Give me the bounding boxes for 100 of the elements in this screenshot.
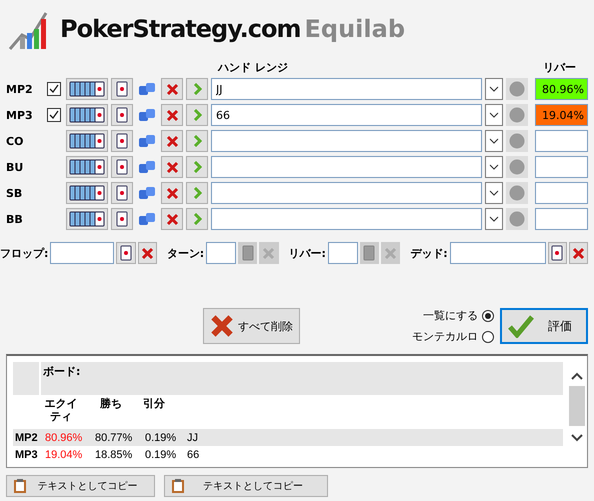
delete-icon — [166, 212, 178, 226]
caret-icon — [489, 216, 499, 222]
circle-icon — [509, 107, 525, 123]
card-field[interactable] — [328, 242, 358, 264]
dropdown-button[interactable] — [485, 182, 503, 204]
card-button[interactable] — [111, 104, 133, 126]
cards-icon — [69, 159, 105, 175]
player-label: CO — [6, 134, 24, 148]
range-button[interactable] — [66, 156, 108, 178]
clear-button[interactable] — [161, 78, 183, 100]
delete-icon — [166, 186, 178, 200]
delete-icon — [166, 160, 178, 174]
table-cell-text: MP3 — [14, 448, 39, 460]
card-button[interactable] — [116, 242, 136, 264]
checkbox[interactable] — [47, 108, 61, 122]
radio-option[interactable]: モンテカルロ — [412, 329, 494, 344]
table-cell-text: 0.19% — [144, 448, 178, 460]
dropdown-button[interactable] — [485, 104, 503, 126]
card-field[interactable] — [50, 242, 114, 264]
board-label: デッド: — [410, 246, 448, 260]
header-cell — [13, 362, 39, 395]
radio-option[interactable]: 一覧にする — [423, 308, 494, 323]
equity-field: 19.04% — [535, 104, 588, 126]
card-button[interactable] — [111, 208, 133, 230]
range-field[interactable] — [211, 130, 482, 152]
card-icon — [116, 211, 128, 227]
card-icon — [116, 107, 128, 123]
caret-icon — [489, 112, 499, 118]
player-label: SB — [6, 186, 24, 200]
caret-icon — [489, 138, 499, 144]
clear-button[interactable] — [161, 130, 183, 152]
range-button[interactable] — [66, 78, 108, 100]
clear-button[interactable] — [138, 242, 157, 264]
clear-button[interactable] — [161, 104, 183, 126]
dropdown-button[interactable] — [485, 208, 503, 230]
board-label: ボード: — [41, 362, 563, 395]
table-cell-text: 80.77% — [94, 432, 134, 444]
card-button[interactable] — [111, 78, 133, 100]
circle-icon — [509, 133, 525, 149]
table-cell-text: 19.04% — [44, 448, 84, 460]
card-button[interactable] — [111, 156, 133, 178]
chevron-icon — [192, 187, 202, 199]
scroll-up-icon[interactable] — [571, 372, 583, 380]
chevron-icon — [192, 109, 202, 121]
range-button[interactable] — [66, 104, 108, 126]
card-button[interactable] — [111, 130, 133, 152]
clipboard-icon — [13, 478, 27, 494]
range-field[interactable] — [211, 182, 482, 204]
scroll-down-icon[interactable] — [571, 434, 583, 442]
product-name: Equilab — [304, 15, 406, 43]
card-field[interactable] — [450, 242, 546, 264]
dice-icon — [138, 212, 156, 226]
card-icon — [363, 245, 376, 261]
range-button[interactable] — [66, 182, 108, 204]
copy-button[interactable]: テキストとしてコピー — [6, 475, 155, 497]
clear-button[interactable] — [161, 156, 183, 178]
delete-icon — [166, 82, 178, 96]
range-field[interactable] — [211, 156, 482, 178]
dice-icon — [138, 82, 156, 96]
brand-name: PokerStrategy.com — [60, 15, 301, 43]
checkbox[interactable] — [47, 82, 61, 96]
delete-icon — [140, 246, 154, 260]
caret-icon — [489, 164, 499, 170]
evaluate-button[interactable]: 評価 — [500, 308, 588, 344]
dropdown-button[interactable] — [485, 156, 503, 178]
range-button[interactable] — [66, 130, 108, 152]
chevron-icon — [192, 83, 202, 95]
dropdown-button[interactable] — [485, 130, 503, 152]
delete-icon — [262, 246, 276, 260]
board-label: ターン: — [166, 246, 204, 260]
board-label: リバー: — [288, 246, 326, 260]
column-header: リバー — [543, 60, 576, 74]
clear-button[interactable] — [161, 182, 183, 204]
clear-button[interactable] — [568, 242, 588, 264]
card-icon — [120, 245, 132, 261]
circle-icon — [509, 185, 525, 201]
table-cell-text: JJ — [186, 432, 199, 444]
clipboard-icon — [171, 478, 185, 494]
column-header: 勝ち — [99, 397, 123, 412]
card-icon — [116, 133, 128, 149]
circle-icon — [509, 211, 525, 227]
range-field[interactable]: 66 — [211, 104, 482, 126]
clear-button[interactable] — [161, 208, 183, 230]
copy-button[interactable]: テキストとしてコピー — [164, 475, 328, 497]
caret-icon — [489, 86, 499, 92]
card-icon — [242, 245, 254, 261]
card-field[interactable] — [206, 242, 236, 264]
card-icon — [116, 159, 128, 175]
range-field[interactable] — [211, 208, 482, 230]
card-button[interactable] — [548, 242, 567, 264]
card-icon — [116, 81, 128, 97]
dice-icon — [138, 108, 156, 122]
table-cell-text: MP2 — [14, 432, 39, 444]
card-button[interactable] — [111, 182, 133, 204]
circle-icon — [509, 81, 525, 97]
card-icon — [116, 185, 128, 201]
dropdown-button[interactable] — [485, 78, 503, 100]
player-label: BU — [6, 160, 24, 174]
range-button[interactable] — [66, 208, 108, 230]
clear-all-button[interactable]: すべて削除 — [203, 308, 300, 344]
